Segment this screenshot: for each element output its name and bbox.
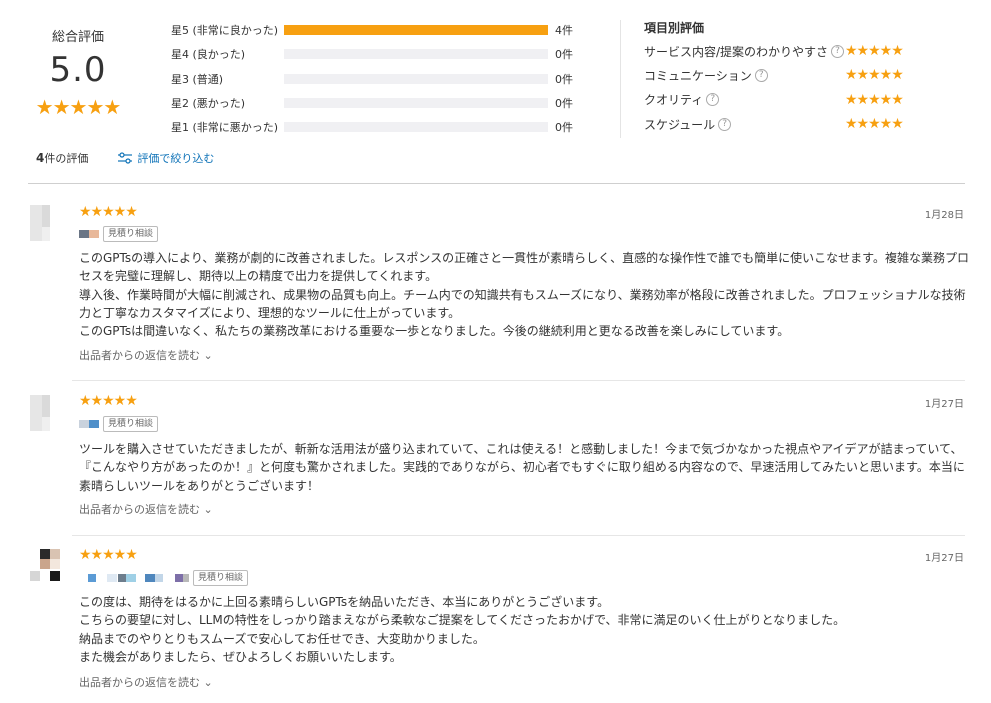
review-star-icons: ★★★★★ [79,393,138,409]
distribution-row-1: 星1 (非常に悪かった) 0件 [171,115,573,139]
review-count-row: 4件の評価 評価で絞り込む [36,150,214,166]
category-star-icons: ★★★★★ [845,67,904,84]
reviewer-name-mosaic [118,573,126,582]
category-ratings: 項目別評価 サービス内容/提案のわかりやすさ ? ★★★★★ コミュニケーション… [644,19,924,136]
distribution-label: 星3 (普通) [171,72,224,86]
review-body: ツールを購入させていただきましたが、斬新な活用法が盛り込まれていて、これは使える… [79,440,969,495]
review-body: この度は、期待をはるかに上回る素晴らしいGPTsを納品いただき、本当にありがとう… [79,593,969,666]
help-icon[interactable]: ? [706,93,720,107]
distribution-label: 星4 (良かった) [171,48,246,62]
distribution-count: 4件 [555,24,573,38]
overall-rating-label: 総合評価 [51,30,104,45]
review-star-icons: ★★★★★ [79,204,138,220]
review-date: 1月27日 [924,553,964,564]
distribution-bar-track [284,73,548,84]
distribution-count: 0件 [555,121,573,135]
distribution-row-5: 星5 (非常に良かった) 4件 [171,18,573,42]
reviewer-name-mosaic [145,573,155,582]
overall-rating: 総合評価 5.0 ★★★★★ [28,26,128,119]
distribution-label: 星1 (非常に悪かった) [171,121,279,135]
reviewer-name-mosaic [175,573,183,582]
review-text: ツールを購入させていただきましたが、斬新な活用法が盛り込まれていて、これは使える… [79,442,965,493]
reviewer-name-mosaic [79,419,89,428]
reviewer-info: 見積り相談 [79,225,159,242]
category-label: クオリティ [644,93,704,108]
help-icon[interactable]: ? [754,68,768,82]
category-row-service: サービス内容/提案のわかりやすさ ? ★★★★★ [644,39,924,63]
reviewer-info: 見積り相談 [79,569,249,586]
distribution-count: 0件 [555,72,573,86]
filter-label: 評価で絞り込む [137,152,215,165]
section-divider [28,183,965,184]
help-icon[interactable]: ? [718,117,732,131]
help-icon[interactable]: ? [831,44,845,58]
category-row-schedule: スケジュール ? ★★★★★ [644,112,924,136]
review-divider [72,535,965,536]
distribution-bar-track [284,25,548,36]
avatar [30,395,60,431]
review-count-suffix: 件の評価 [44,152,89,165]
category-label: サービス内容/提案のわかりやすさ [644,44,829,59]
reviewer-name-mosaic [89,419,99,428]
category-star-icons: ★★★★★ [845,115,904,132]
filter-sliders-icon [118,152,133,164]
review-date: 1月28日 [924,210,964,221]
estimate-consultation-badge: 見積り相談 [103,415,159,432]
distribution-bar-fill [284,25,548,36]
review-star-icons: ★★★★★ [79,547,138,563]
distribution-label: 星2 (悪かった) [171,97,246,111]
category-label: スケジュール [644,117,716,132]
avatar [30,205,60,241]
reviewer-name-mosaic [155,573,163,582]
rating-summary: 総合評価 5.0 ★★★★★ 星5 (非常に良かった) 4件 星4 (良かった)… [0,0,991,170]
read-seller-reply-link[interactable]: 出品者からの返信を読む ⌄ [79,347,213,363]
review-divider [72,380,965,381]
review-date: 1月27日 [924,399,964,410]
review-body: このGPTsの導入により、業務が劇的に改善されました。レスポンスの正確さと一貫性… [79,249,969,340]
reviewer-name-mosaic [88,573,96,582]
reviewer-name-mosaic [126,573,136,582]
distribution-count: 0件 [555,48,573,62]
review-text: この度は、期待をはるかに上回る素晴らしいGPTsを納品いただき、本当にありがとう… [79,595,846,664]
distribution-row-4: 星4 (良かった) 0件 [171,42,573,66]
reviewer-info: 見積り相談 [79,415,159,432]
distribution-label: 星5 (非常に良かった) [171,24,279,38]
reviewer-name-mosaic [183,573,189,582]
summary-divider [620,20,621,138]
reviewer-name-mosaic [107,573,117,582]
distribution-row-2: 星2 (悪かった) 0件 [171,91,573,115]
distribution-row-3: 星3 (普通) 0件 [171,67,573,91]
filter-by-rating-button[interactable]: 評価で絞り込む [118,150,214,166]
category-star-icons: ★★★★★ [845,91,904,108]
read-seller-reply-link[interactable]: 出品者からの返信を読む ⌄ [79,674,213,690]
rating-distribution: 星5 (非常に良かった) 4件 星4 (良かった) 0件 星3 (普通) 0件 … [171,18,573,139]
overall-rating-score: 5.0 [49,50,107,90]
distribution-bar-track [284,122,548,133]
distribution-bar-track [284,98,548,109]
category-star-icons: ★★★★★ [845,43,904,59]
reviewer-name-mosaic [89,229,99,238]
avatar [30,549,60,585]
reviewer-name-mosaic [79,229,89,238]
overall-star-icons: ★★★★★ [35,95,122,119]
distribution-count: 0件 [555,97,573,111]
read-seller-reply-link[interactable]: 出品者からの返信を読む ⌄ [79,501,213,517]
estimate-consultation-badge: 見積り相談 [103,225,159,242]
category-row-quality: クオリティ ? ★★★★★ [644,88,924,112]
distribution-bar-track [284,49,548,60]
review-count: 4件の評価 [36,150,88,166]
estimate-consultation-badge: 見積り相談 [193,569,249,586]
category-row-communication: コミュニケーション ? ★★★★★ [644,63,924,87]
review-text: このGPTsの導入により、業務が劇的に改善されました。レスポンスの正確さと一貫性… [79,251,969,339]
category-label: コミュニケーション [644,68,752,83]
category-ratings-title: 項目別評価 [644,21,705,35]
